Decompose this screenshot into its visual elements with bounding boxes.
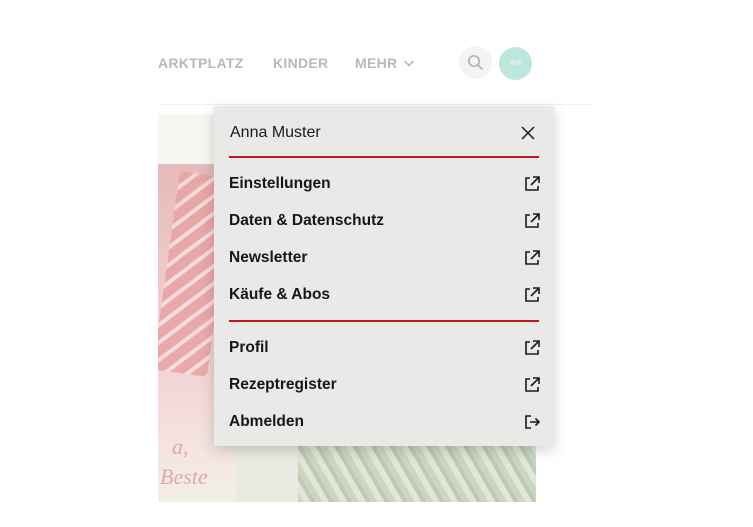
menu-item-abmelden[interactable]: Abmelden: [229, 408, 541, 436]
external-link-icon: [525, 340, 540, 355]
search-button[interactable]: [459, 46, 492, 79]
external-link-icon: [525, 213, 540, 228]
external-link-icon: [525, 250, 540, 265]
page: MARKTPLATZ KINDER MEHR AM a, Beste Anna …: [0, 0, 753, 527]
nav-item-kinder[interactable]: KINDER: [273, 55, 328, 71]
logout-icon: [525, 415, 541, 429]
menu-item-label: Daten & Datenschutz: [229, 212, 385, 229]
external-link-icon: [525, 287, 540, 302]
menu-item-kaeufe-abos[interactable]: Käufe & Abos: [229, 281, 541, 309]
close-icon: [521, 126, 535, 140]
user-name: Anna Muster: [230, 124, 321, 141]
nav-item-mehr[interactable]: MEHR: [355, 55, 415, 71]
menu-item-label: Newsletter: [229, 249, 308, 266]
menu-item-profil[interactable]: Profil: [229, 334, 541, 362]
avatar[interactable]: AM: [499, 47, 532, 80]
nav-item-marktplatz[interactable]: MARKTPLATZ: [158, 55, 244, 71]
external-link-icon: [525, 377, 540, 392]
menu-divider: [229, 156, 539, 158]
menu-item-label: Käufe & Abos: [229, 286, 331, 303]
search-icon: [467, 54, 483, 70]
chevron-down-icon: [404, 60, 415, 67]
menu-item-newsletter[interactable]: Newsletter: [229, 244, 541, 272]
menu-item-label: Einstellungen: [229, 175, 331, 192]
external-link-icon: [525, 176, 540, 191]
hero-text-line2: Beste: [160, 464, 208, 489]
menu-item-label: Rezeptregister: [229, 376, 337, 393]
menu-item-label: Profil: [229, 339, 269, 356]
user-menu-dropdown: Anna Muster Einstellungen Daten & Datens…: [214, 106, 554, 446]
nav-item-marktplatz-container[interactable]: MARKTPLATZ: [158, 50, 248, 78]
menu-item-label: Abmelden: [229, 413, 304, 430]
menu-item-rezeptregister[interactable]: Rezeptregister: [229, 371, 541, 399]
header-divider: [158, 104, 592, 105]
menu-item-einstellungen[interactable]: Einstellungen: [229, 170, 541, 198]
menu-divider: [229, 320, 539, 322]
site-header: MARKTPLATZ KINDER MEHR AM: [0, 0, 753, 106]
hero-text: a, Beste: [160, 432, 208, 492]
nav-item-mehr-label: MEHR: [355, 55, 398, 71]
hero-text-line1: a,: [172, 434, 189, 459]
close-button[interactable]: [518, 123, 538, 143]
menu-item-daten-datenschutz[interactable]: Daten & Datenschutz: [229, 207, 541, 235]
